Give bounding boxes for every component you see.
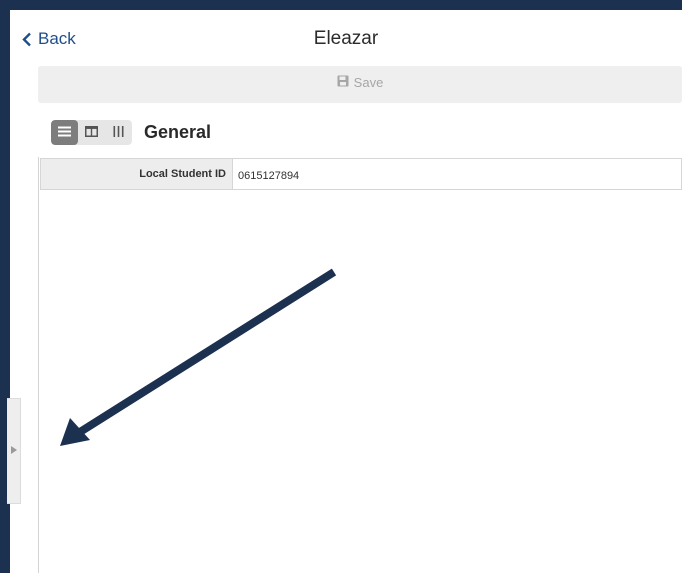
field-row-local-student-id: Local Student ID 0615127894 [40, 158, 682, 190]
save-label: Save [353, 75, 384, 90]
window-frame-top [0, 0, 682, 10]
record-panel: Back Eleazar Save General Local Student … [10, 10, 682, 573]
section-title: General [144, 122, 212, 142]
two-column-icon [85, 124, 98, 142]
caret-right-icon [10, 442, 18, 460]
layout-single-column-button[interactable] [51, 120, 78, 145]
layout-toggle [51, 120, 132, 145]
page-title: Eleazar [313, 28, 379, 49]
three-column-icon [112, 124, 125, 142]
floppy-disk-icon [337, 75, 349, 90]
save-toolbar: Save [38, 66, 682, 103]
content-divider [38, 157, 39, 573]
side-panel-expand-tab[interactable] [7, 398, 21, 504]
field-label: Local Student ID [41, 159, 233, 189]
layout-three-column-button[interactable] [105, 120, 132, 145]
layout-two-column-button[interactable] [78, 120, 105, 145]
save-button[interactable]: Save [38, 75, 682, 90]
panel-header: Back Eleazar [10, 10, 682, 66]
hamburger-list-icon [58, 124, 71, 142]
field-value: 0615127894 [238, 170, 300, 182]
